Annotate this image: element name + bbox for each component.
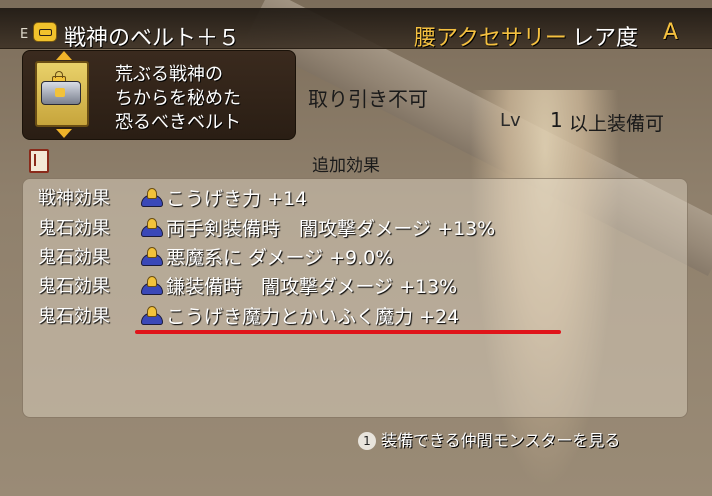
description-line: 恐るべきベルト <box>115 112 241 133</box>
view-companion-monsters-hint[interactable]: 1 装備できる仲間モンスターを見る <box>358 427 620 451</box>
arrow-down-icon[interactable] <box>56 129 72 138</box>
title-bar: E 戦神のベルト＋５ 腰アクセサリー レア度 A <box>0 8 712 51</box>
effect-text: 悪魔系に ダメージ +9.0% <box>166 247 394 269</box>
belt-icon <box>33 22 57 42</box>
gem-icon <box>140 274 163 295</box>
item-name: 戦神のベルト＋５ <box>64 26 241 51</box>
level-value: 1 <box>550 108 563 132</box>
rarity-label: レア度 <box>572 26 639 51</box>
gem-icon <box>140 304 163 325</box>
level-requirement: 以上装備可 <box>569 113 665 135</box>
trade-restriction: 取り引き不可 <box>308 87 428 111</box>
effect-type: 戦神効果 <box>38 188 110 209</box>
effect-text: 鎌装備時 闇攻撃ダメージ +13% <box>166 276 458 298</box>
effect-type: 鬼石効果 <box>38 247 110 268</box>
description-line: ちからを秘めた <box>115 88 241 109</box>
arrow-up-icon[interactable] <box>56 51 72 60</box>
equip-slot: 腰アクセサリー <box>414 26 567 51</box>
hint-text: 装備できる仲間モンスターを見る <box>381 431 621 450</box>
red-underline-annotation <box>135 330 561 334</box>
rarity-value: A <box>663 20 679 45</box>
book-icon[interactable] <box>29 149 49 173</box>
description-panel: 荒ぶる戦神の ちからを秘めた 恐るべきベルト <box>22 50 296 140</box>
gem-icon <box>140 186 163 207</box>
description-line: 荒ぶる戦神の <box>115 64 223 85</box>
effect-text: こうげき力 +14 <box>166 188 308 210</box>
item-thumbnail <box>35 61 89 127</box>
effects-section-title: 追加効果 <box>312 156 380 176</box>
effect-type: 鬼石効果 <box>38 218 110 239</box>
effect-text: こうげき魔力とかいふく魔力 +24 <box>166 306 460 328</box>
equipped-mark: E <box>20 27 29 42</box>
effect-text: 両手剣装備時 闇攻撃ダメージ +13% <box>166 218 496 240</box>
button-1-icon: 1 <box>358 432 376 450</box>
effect-type: 鬼石効果 <box>38 306 110 327</box>
level-label: Lv <box>500 110 521 131</box>
effect-type: 鬼石効果 <box>38 276 110 297</box>
belt-image <box>41 81 81 105</box>
gem-icon <box>140 245 163 266</box>
gem-icon <box>140 216 163 237</box>
